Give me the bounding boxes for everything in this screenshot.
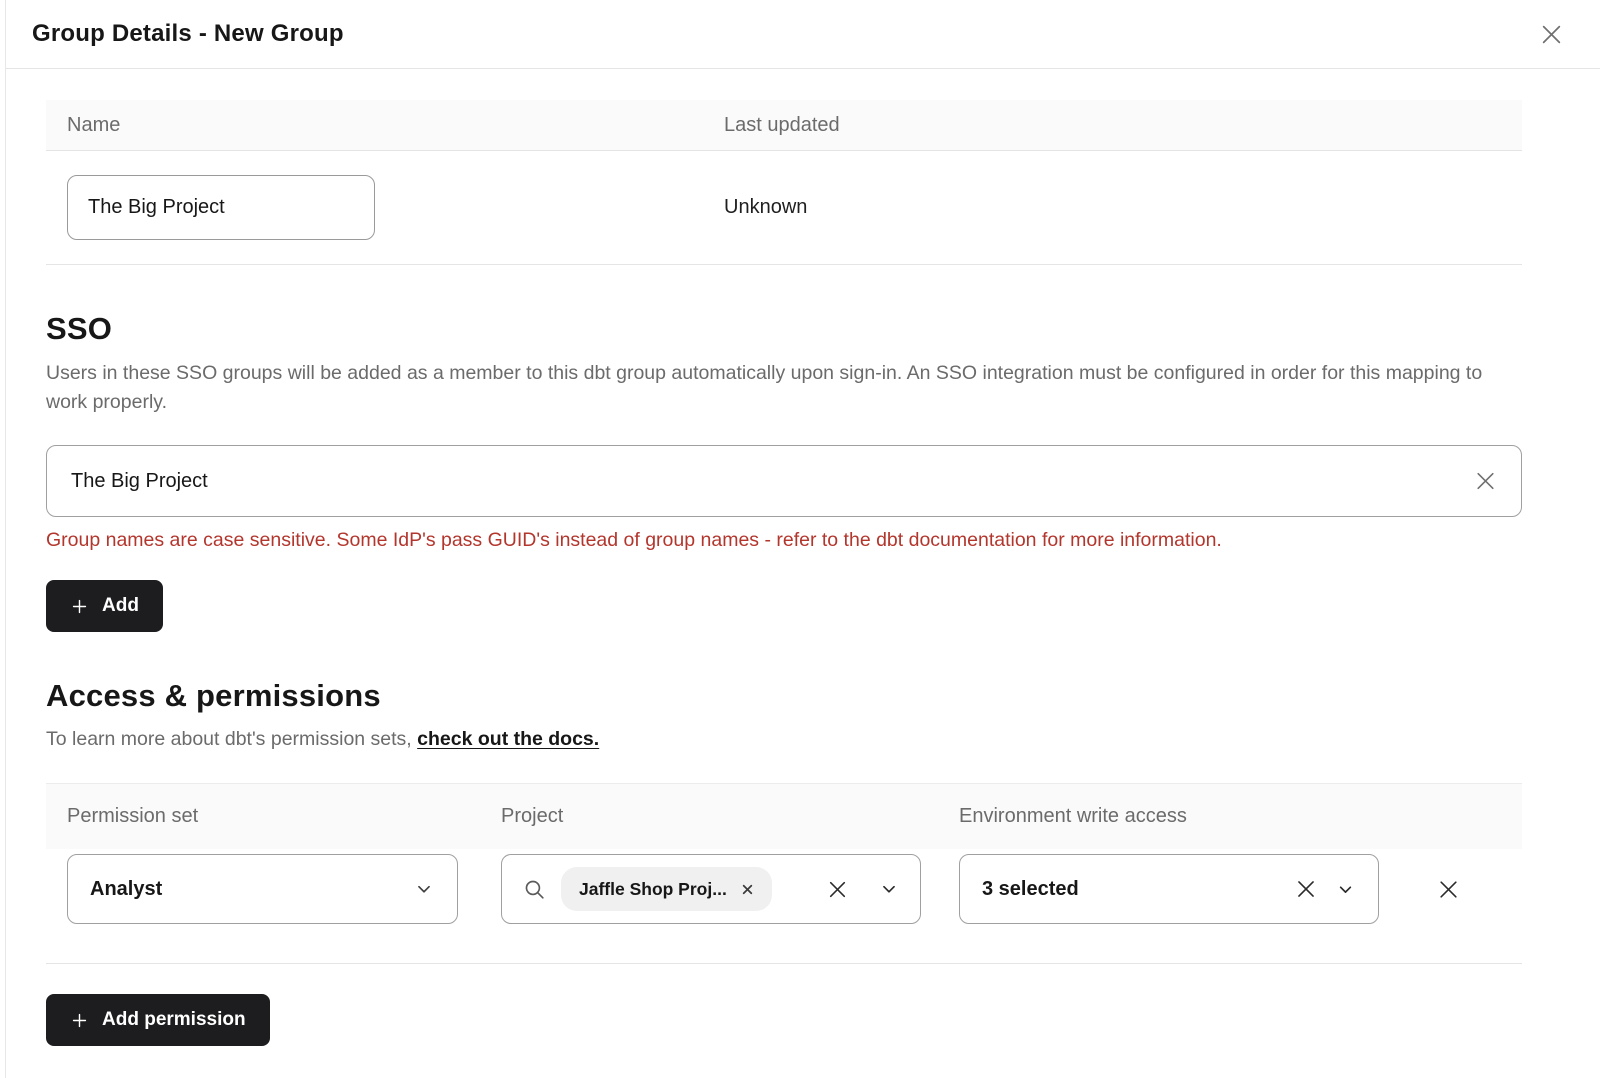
clear-icon	[1472, 468, 1499, 495]
sso-group-input[interactable]	[71, 470, 1461, 493]
page-title: Group Details - New Group	[32, 20, 344, 48]
docs-link[interactable]: check out the docs.	[417, 728, 599, 750]
sso-clear-button[interactable]	[1472, 468, 1499, 495]
remove-tag-icon[interactable]	[741, 883, 754, 896]
project-tag[interactable]: Jaffle Shop Proj...	[561, 867, 772, 911]
add-permission-button[interactable]: Add permission	[46, 994, 270, 1046]
environment-access-value: 3 selected	[982, 878, 1079, 901]
group-name-input[interactable]	[67, 175, 375, 240]
project-clear-button[interactable]	[825, 877, 850, 902]
column-header-last-updated: Last updated	[724, 114, 1522, 137]
close-icon	[1537, 20, 1566, 49]
search-icon	[522, 877, 547, 902]
project-tag-label: Jaffle Shop Proj...	[579, 879, 727, 900]
remove-permission-row-button[interactable]	[1435, 876, 1462, 903]
column-header-permission-set: Permission set	[46, 805, 501, 828]
sso-heading: SSO	[46, 311, 1522, 347]
permission-set-select[interactable]: Analyst	[67, 854, 458, 924]
modal-header: Group Details - New Group	[6, 0, 1600, 69]
sso-warning-text: Group names are case sensitive. Some IdP…	[46, 529, 1522, 552]
permissions-intro: To learn more about dbt's permission set…	[46, 728, 1522, 751]
add-permission-button-label: Add permission	[102, 1009, 246, 1031]
permissions-intro-text: To learn more about dbt's permission set…	[46, 728, 417, 750]
chevron-down-icon	[1335, 879, 1356, 900]
last-updated-value: Unknown	[724, 196, 1522, 219]
modal-content: Name Last updated Unknown SSO Users in t…	[6, 100, 1600, 1046]
add-button-label: Add	[102, 595, 139, 617]
column-header-environment-write-access: Environment write access	[959, 805, 1522, 828]
clear-icon	[1293, 876, 1319, 902]
remove-row-icon	[1435, 876, 1462, 903]
permission-set-value: Analyst	[90, 878, 162, 901]
environment-clear-button[interactable]	[1293, 876, 1319, 902]
permissions-heading: Access & permissions	[46, 678, 1522, 714]
permissions-table-header: Permission set Project Environment write…	[46, 783, 1522, 849]
chevron-down-icon	[413, 878, 435, 900]
chevron-down-icon	[878, 878, 900, 900]
column-header-name: Name	[46, 114, 724, 137]
table-row: Unknown	[46, 151, 1522, 265]
column-header-project: Project	[501, 805, 959, 828]
group-details-modal: Group Details - New Group Name Last upda…	[5, 0, 1600, 1078]
sso-description: Users in these SSO groups will be added …	[46, 359, 1521, 417]
project-select[interactable]: Jaffle Shop Proj...	[501, 854, 921, 924]
permissions-table: Permission set Project Environment write…	[46, 783, 1522, 964]
plus-icon	[70, 597, 89, 616]
group-table-header: Name Last updated	[46, 100, 1522, 151]
clear-icon	[825, 877, 850, 902]
sso-group-field	[46, 445, 1522, 517]
close-button[interactable]	[1537, 20, 1566, 49]
add-sso-group-button[interactable]: Add	[46, 580, 163, 632]
plus-icon	[70, 1011, 89, 1030]
environment-access-select[interactable]: 3 selected	[959, 854, 1379, 924]
permission-row: Analyst	[46, 849, 1522, 964]
group-name-table: Name Last updated Unknown	[46, 100, 1522, 265]
